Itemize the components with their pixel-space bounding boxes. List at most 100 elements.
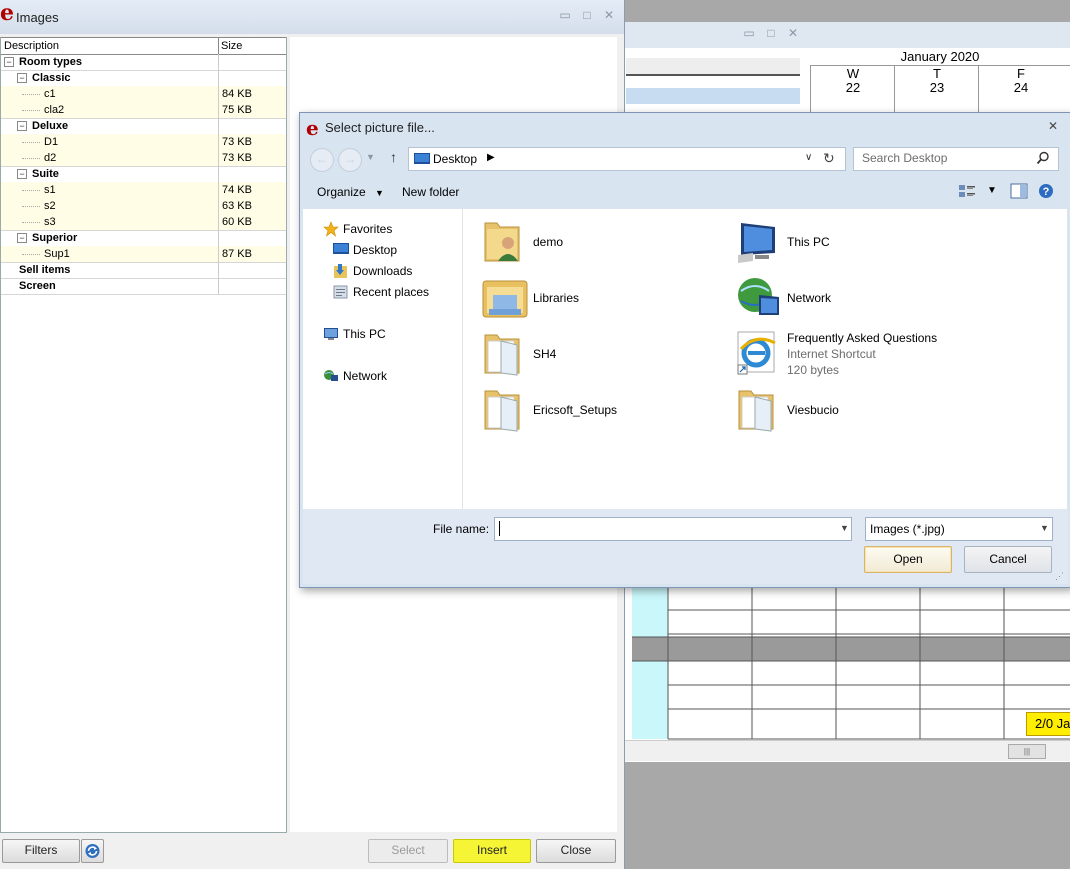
open-button[interactable]: Open — [864, 546, 952, 573]
file-name: Network — [787, 291, 832, 305]
up-arrow-icon[interactable]: ↑ — [390, 149, 397, 165]
column-header-description[interactable]: Description — [4, 40, 59, 52]
calendar-day-column[interactable]: F 24 — [978, 66, 1063, 114]
tree-leaf-row[interactable]: s1 74 KB — [1, 182, 286, 199]
tree-leaf-row[interactable]: cla2 75 KB — [1, 102, 286, 119]
column-separator — [218, 134, 219, 150]
recent-locations-icon[interactable]: ▼ — [366, 152, 375, 162]
collapse-icon[interactable]: − — [17, 233, 27, 243]
file-item[interactable]: Ericsoft_Setups — [481, 385, 721, 435]
calendar-window-controls: ▭ □ ✕ — [742, 26, 800, 40]
filters-button[interactable]: Filters — [2, 839, 80, 863]
refresh-icon[interactable]: ↻ — [823, 150, 835, 167]
select-button[interactable]: Select — [368, 839, 448, 863]
tree-node-room-types[interactable]: − Room types — [1, 54, 286, 71]
maximize-icon[interactable]: □ — [764, 26, 778, 40]
search-icon[interactable] — [1036, 151, 1050, 165]
refresh-icon — [85, 844, 100, 858]
file-list[interactable]: demo This PC Libraries Network SH4 Frequ… — [463, 209, 1067, 509]
tree-leaf-row[interactable]: s2 63 KB — [1, 198, 286, 215]
tree-leaf-row[interactable]: Sup1 87 KB — [1, 246, 286, 263]
tree-leaf-row[interactable]: s3 60 KB — [1, 214, 286, 231]
file-name: This PC — [787, 235, 830, 249]
close-icon[interactable]: ✕ — [1048, 119, 1058, 133]
filename-input[interactable] — [495, 518, 833, 538]
file-item[interactable]: This PC — [735, 217, 975, 267]
file-item[interactable]: demo — [481, 217, 721, 267]
maximize-icon[interactable]: □ — [580, 8, 594, 22]
calendar-day-column[interactable]: T 23 — [894, 66, 979, 114]
reservation-badge[interactable]: 2/0 Ja — [1026, 712, 1070, 736]
day-number: 24 — [1013, 80, 1029, 95]
new-folder-button[interactable]: New folder — [402, 185, 459, 199]
insert-button[interactable]: Insert — [453, 839, 531, 863]
tree-node-label: Sell items — [19, 264, 71, 276]
collapse-icon[interactable]: − — [17, 169, 27, 179]
calendar-horizontal-scrollbar[interactable]: ||| — [622, 740, 1070, 761]
file-item[interactable]: Viesbucio — [735, 385, 975, 435]
file-item[interactable]: Libraries — [481, 273, 721, 323]
calendar-selected-row[interactable] — [626, 88, 800, 104]
close-icon[interactable]: ✕ — [602, 8, 616, 22]
forward-arrow-icon[interactable]: → — [338, 148, 362, 172]
view-dropdown-icon[interactable]: ▼ — [987, 185, 997, 196]
tree-node-group[interactable]: − Superior — [1, 230, 286, 247]
navigation-pane[interactable]: Favorites Desktop Downloads Recent place… — [303, 209, 463, 509]
resize-grip-icon[interactable]: ⋰ — [1055, 571, 1064, 582]
dropdown-arrow-icon[interactable]: ▼ — [840, 523, 849, 533]
file-name: Viesbucio — [787, 403, 839, 417]
column-header-size[interactable]: Size — [221, 40, 242, 52]
tree-connector — [22, 158, 40, 159]
filename-combobox[interactable]: ▼ — [494, 517, 852, 541]
images-tree[interactable]: Description Size − Room types − Classic … — [0, 37, 287, 833]
preview-pane-icon[interactable] — [1010, 183, 1028, 199]
tree-node-group[interactable]: − Classic — [1, 70, 286, 87]
search-box[interactable] — [853, 147, 1059, 171]
dropdown-arrow-icon[interactable]: ▼ — [1040, 523, 1049, 533]
file-name: Libraries — [533, 291, 580, 305]
tree-node-screen[interactable]: Screen — [1, 278, 286, 295]
collapse-icon[interactable]: − — [17, 121, 27, 131]
column-separator — [218, 214, 219, 230]
calendar-grid[interactable] — [622, 582, 1070, 742]
tree-node-group[interactable]: − Suite — [1, 166, 286, 183]
tree-leaf-row[interactable]: c1 84 KB — [1, 86, 286, 103]
back-arrow-icon[interactable]: ← — [310, 148, 334, 172]
svg-text:?: ? — [1043, 186, 1050, 198]
calendar-room-header — [626, 58, 800, 76]
address-bar[interactable]: Desktop ▶ ∨ ↻ — [408, 147, 846, 171]
column-separator — [218, 198, 219, 214]
change-view-icon[interactable] — [958, 183, 976, 199]
file-item[interactable]: Network — [735, 273, 975, 323]
column-separator — [218, 246, 219, 262]
scrollbar-thumb[interactable]: ||| — [1008, 744, 1046, 759]
column-separator — [218, 70, 219, 86]
file-item[interactable]: Frequently Asked Questions Internet Shor… — [735, 329, 975, 379]
column-separator[interactable] — [218, 38, 219, 54]
collapse-icon[interactable]: − — [4, 57, 14, 67]
address-dropdown-icon[interactable]: ∨ — [805, 152, 812, 163]
collapse-icon[interactable]: − — [17, 73, 27, 83]
refresh-button[interactable] — [81, 839, 104, 863]
tree-connector — [22, 254, 40, 255]
tree-leaf-row[interactable]: d2 73 KB — [1, 150, 286, 167]
file-item[interactable]: SH4 — [481, 329, 721, 379]
tree-node-sell-items[interactable]: Sell items — [1, 262, 286, 279]
calendar-day-column[interactable]: W 22 — [810, 66, 895, 114]
address-location[interactable]: Desktop — [433, 152, 477, 166]
close-button[interactable]: Close — [536, 839, 616, 863]
dialog-footer: File name: ▼ Images (*.jpg) ▼ Open Cance… — [303, 509, 1068, 584]
file-size: 120 bytes — [787, 363, 840, 377]
tree-node-group[interactable]: − Deluxe — [1, 118, 286, 135]
close-icon[interactable]: ✕ — [786, 26, 800, 40]
tree-leaf-row[interactable]: D1 73 KB — [1, 134, 286, 151]
breadcrumb-chevron-icon[interactable]: ▶ — [487, 152, 495, 163]
minimize-icon[interactable]: ▭ — [558, 8, 572, 22]
organize-menu[interactable]: Organize ▼ — [317, 185, 384, 199]
filetype-select[interactable]: Images (*.jpg) ▼ — [865, 517, 1053, 541]
help-icon[interactable]: ? — [1038, 183, 1054, 199]
column-separator — [218, 102, 219, 118]
minimize-icon[interactable]: ▭ — [742, 26, 756, 40]
search-input[interactable] — [854, 148, 1037, 168]
cancel-button[interactable]: Cancel — [964, 546, 1052, 573]
